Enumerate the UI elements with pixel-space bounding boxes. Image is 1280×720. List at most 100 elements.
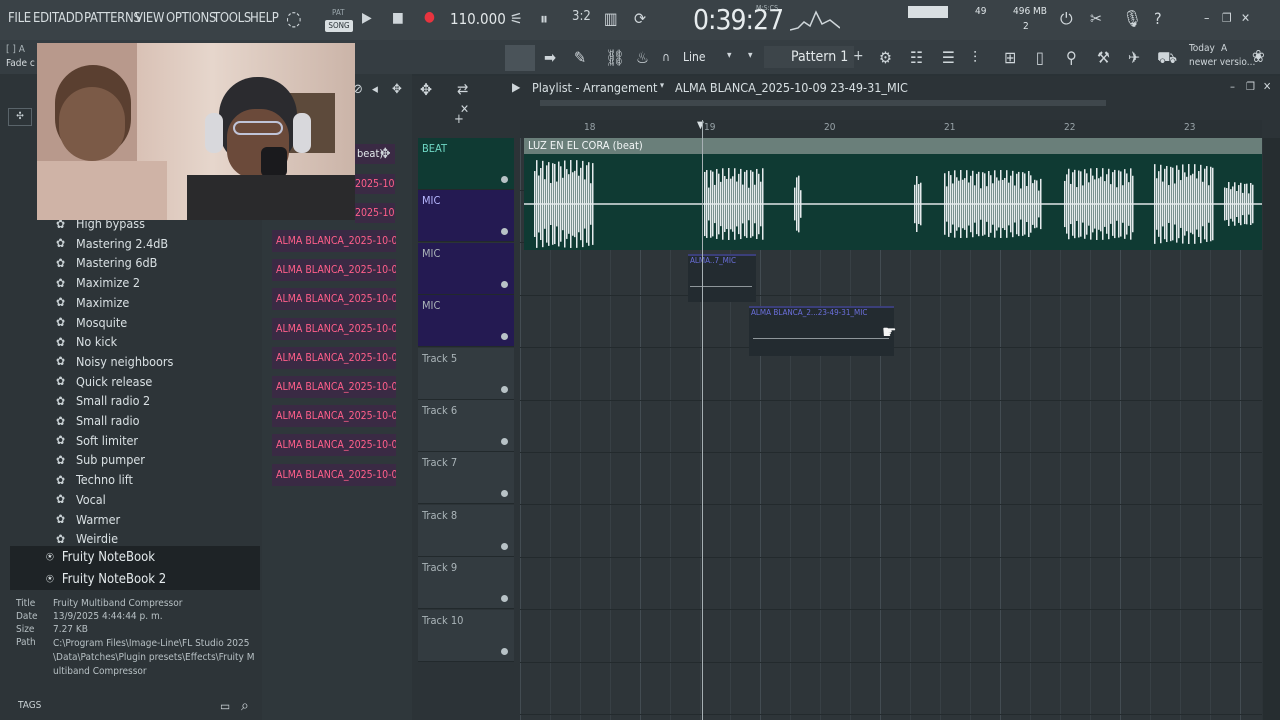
track-header[interactable]: Track 8	[418, 504, 514, 557]
browser-icon[interactable]: ⚙	[879, 48, 892, 67]
help-icon[interactable]: ?	[1154, 9, 1162, 28]
track-record-dot[interactable]	[501, 542, 508, 550]
link-icon[interactable]: ⛓	[605, 48, 625, 67]
menu-file[interactable]: FILE	[8, 11, 31, 26]
track-name[interactable]: MIC	[422, 194, 440, 207]
magnet-icon[interactable]: ∩	[662, 50, 670, 64]
track-record-dot[interactable]	[501, 490, 508, 498]
pattern-selector[interactable]: Pattern 1	[764, 46, 854, 68]
menu-add[interactable]: ADD	[58, 11, 83, 26]
track-header[interactable]: Track 9	[418, 557, 514, 610]
song-mode-toggle[interactable]: SONG	[325, 20, 353, 32]
stamp-icon[interactable]: ♨	[636, 48, 649, 67]
maximize-icon[interactable]: ❐	[1222, 11, 1232, 25]
browser-options-icon[interactable]: ✣	[8, 108, 32, 126]
plug-icon[interactable]: ⚲	[1066, 48, 1077, 67]
channel-rack-icon[interactable]: ☷	[910, 48, 923, 67]
track-name[interactable]: Track 7	[422, 456, 457, 469]
timeline-ruler[interactable]: 18 19 20 21 22 23	[520, 120, 1262, 138]
window-close-icon[interactable]: ✕	[1263, 80, 1271, 93]
browser-preset-item[interactable]: ✿ Mastering 2.4dB	[56, 234, 168, 253]
add-pattern-icon[interactable]: +	[853, 48, 864, 64]
master-volume-meter[interactable]	[908, 6, 948, 18]
countdown-icon[interactable]: 3:2	[572, 9, 591, 24]
playlist-title-chevron-icon[interactable]: ▾	[660, 81, 664, 91]
piano-roll-icon[interactable]: ⫶	[973, 48, 977, 68]
menu-view[interactable]: VIEW	[135, 11, 165, 26]
browser-preset-item[interactable]: ✿ Warmer	[56, 510, 120, 529]
channel-item[interactable]: ALMA BLANCA_2025-10-0...	[272, 434, 396, 457]
metronome-icon[interactable]: ⚟	[510, 9, 523, 28]
expand-icon[interactable]: ✥	[392, 82, 402, 97]
loop-record-icon[interactable]: ⟳	[634, 9, 646, 28]
track-record-dot[interactable]	[501, 385, 508, 393]
track-record-dot[interactable]	[501, 228, 508, 236]
playlist-title[interactable]: Playlist - Arrangement	[532, 80, 657, 95]
track-name[interactable]: Track 8	[422, 509, 457, 522]
microphone-icon[interactable]: 🎙	[1122, 9, 1142, 28]
browser-preset-item[interactable]: ✿ Mastering 6dB	[56, 253, 157, 272]
browser-preset-item[interactable]: ✿ Maximize 2	[56, 273, 140, 292]
track-header[interactable]: Track 7	[418, 452, 514, 505]
news-text[interactable]: newer versio...	[1189, 57, 1255, 68]
browser-preset-item[interactable]: ✿ Maximize	[56, 293, 129, 312]
wait-icon[interactable]: ⏸	[540, 9, 548, 29]
snap-chevron-down-icon[interactable]: ▾	[727, 50, 732, 61]
track-record-dot[interactable]	[501, 438, 508, 445]
pencil-icon[interactable]: ✎	[574, 48, 586, 67]
menu-edit[interactable]: EDIT	[33, 11, 59, 26]
plugin-database-icon[interactable]: ⊞	[1004, 48, 1016, 67]
browser-preset-item[interactable]: ✿ Mosquite	[56, 313, 127, 332]
window-minimize-icon[interactable]: –	[1230, 80, 1235, 93]
channel-item[interactable]: ALMA BLANCA_2025-10-0...	[272, 405, 396, 428]
track-header[interactable]: MIC	[418, 295, 514, 348]
export-icon[interactable]: ✈	[1128, 48, 1140, 67]
track-name[interactable]: BEAT	[422, 142, 447, 155]
browser-preset-item[interactable]: ✿ Small radio 2	[56, 391, 150, 410]
channel-top-item[interactable]: 2025-10-0...	[355, 174, 395, 194]
track-record-dot[interactable]	[501, 595, 508, 603]
menu-help[interactable]: HELP	[250, 11, 279, 26]
browser-preset-item[interactable]: ✿ Noisy neighboors	[56, 352, 173, 371]
playlist-menu-icon[interactable]: ▶	[512, 80, 520, 94]
mixer-icon[interactable]: ☰	[942, 48, 955, 67]
track-header[interactable]: Track 6	[418, 400, 514, 452]
pick-icon[interactable]: ⚒	[1097, 48, 1110, 67]
close-icon[interactable]: ✕	[1241, 11, 1250, 25]
window-maximize-icon[interactable]: ❐	[1246, 80, 1255, 93]
snap-select[interactable]: Line	[683, 50, 706, 64]
browser-preset-item[interactable]: ✿ No kick	[56, 332, 117, 351]
browser-preset-item[interactable]: ✿ Vocal	[56, 490, 106, 509]
search-icon[interactable]: ⌕	[241, 698, 249, 714]
menu-tools[interactable]: TOOLS	[213, 11, 251, 26]
channel-item[interactable]: ALMA BLANCA_2025-10-0...	[272, 463, 396, 486]
cut-icon[interactable]: ✂	[1090, 9, 1102, 28]
mute-icon[interactable]: ◂	[372, 82, 378, 97]
browser-preset-item[interactable]: ✿ Small radio	[56, 411, 139, 430]
browser-preset-item[interactable]: ✿ Sub pumper	[56, 450, 145, 469]
channel-item[interactable]: ALMA BLANCA_2025-10-0...	[272, 230, 396, 252]
channel-item[interactable]: ALMA BLANCA_2025-10-0...	[272, 376, 396, 398]
undo-history-icon[interactable]: ⏻	[1060, 9, 1073, 29]
mic-clip-2[interactable]: ALMA BLANCA_2...23-49-31_MIC	[749, 306, 894, 356]
track-header[interactable]: Track 5	[418, 347, 514, 400]
stop-icon[interactable]: ■	[392, 10, 404, 26]
record-icon[interactable]: ●	[424, 9, 435, 25]
beat-audio-clip[interactable]	[524, 138, 1262, 250]
track-header[interactable]: MIC	[418, 190, 514, 243]
pattern-chevron-down-icon[interactable]: ▾	[748, 50, 753, 61]
playlist-project[interactable]: ALMA BLANCA_2025-10-09 23-49-31_MIC	[675, 80, 908, 95]
vertical-scrollbar[interactable]	[1263, 138, 1280, 720]
menu-patterns[interactable]: PATTERNS	[84, 11, 141, 26]
track-name[interactable]: Track 9	[422, 561, 457, 574]
drag-icon[interactable]: ✥	[380, 146, 391, 162]
shop-icon[interactable]: ⛟	[1157, 48, 1177, 69]
track-name[interactable]: Track 6	[422, 404, 457, 417]
pat-label[interactable]: PAT	[332, 8, 345, 17]
horizontal-scrollbar[interactable]	[540, 100, 1106, 106]
track-record-dot[interactable]	[501, 647, 508, 655]
tempo-display[interactable]: 110.000	[450, 10, 506, 28]
track-header[interactable]: MIC	[418, 242, 514, 295]
track-record-dot[interactable]	[501, 280, 508, 288]
track-name[interactable]: MIC	[422, 247, 440, 260]
